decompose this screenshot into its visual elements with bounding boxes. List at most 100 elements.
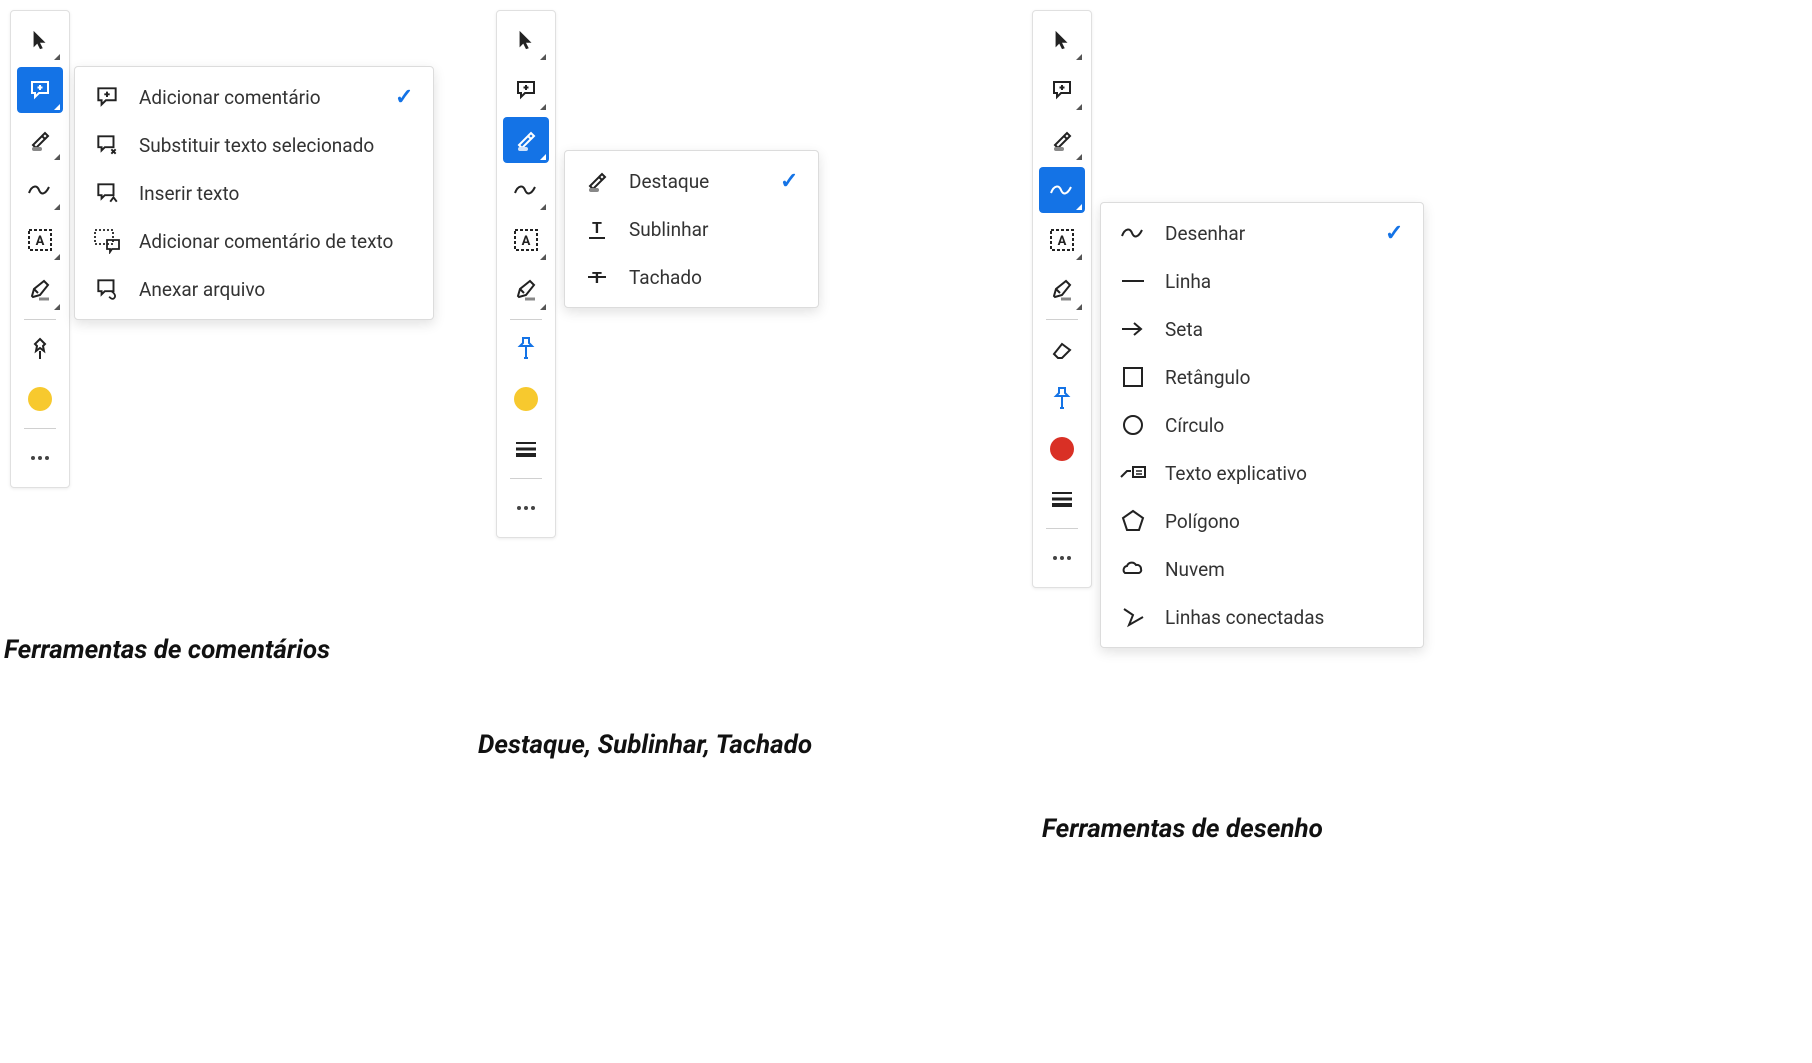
drawing-flyout: Desenhar ✓ Linha ✓ Seta ✓ Retângulo ✓ Cí… xyxy=(1100,202,1424,648)
flyout-item-line[interactable]: Linha ✓ xyxy=(1101,257,1423,305)
flyout-item-connected-lines[interactable]: Linhas conectadas ✓ xyxy=(1101,593,1423,641)
rectangle-icon xyxy=(1119,363,1147,391)
more-tools[interactable] xyxy=(1039,535,1085,581)
polyline-icon xyxy=(1119,603,1147,631)
flyout-item-arrow[interactable]: Seta ✓ xyxy=(1101,305,1423,353)
flyout-item-circle[interactable]: Círculo ✓ xyxy=(1101,401,1423,449)
flyout-item-cloud[interactable]: Nuvem ✓ xyxy=(1101,545,1423,593)
circle-icon xyxy=(1119,411,1147,439)
flyout-item-draw[interactable]: Desenhar ✓ xyxy=(1101,209,1423,257)
color-swatch[interactable] xyxy=(17,376,63,422)
flyout-item-label: Nuvem xyxy=(1165,558,1353,581)
expand-corner-icon xyxy=(540,304,546,310)
speech-replace-icon xyxy=(93,131,121,159)
flyout-item-polygon[interactable]: Polígono ✓ xyxy=(1101,497,1423,545)
pin-tool[interactable] xyxy=(1039,376,1085,422)
expand-corner-icon xyxy=(1076,254,1082,260)
check-icon: ✓ xyxy=(780,169,800,194)
flyout-item-underline[interactable]: T Sublinhar ✓ xyxy=(565,205,818,253)
flyout-item-label: Linha xyxy=(1165,270,1353,293)
comments-toolbar: A xyxy=(10,10,70,488)
callout-icon xyxy=(1119,459,1147,487)
freehand-icon xyxy=(1119,219,1147,247)
toolbar-divider xyxy=(24,319,56,320)
highlight-tool[interactable] xyxy=(1039,117,1085,163)
textbox-tool[interactable]: A xyxy=(17,217,63,263)
flyout-item-text-comment[interactable]: Adicionar comentário de texto ✓ xyxy=(75,217,433,265)
toolbar-divider xyxy=(1046,319,1078,320)
flyout-item-highlight[interactable]: Destaque ✓ xyxy=(565,157,818,205)
speech-plus-icon xyxy=(93,83,121,111)
toolbar-divider xyxy=(510,478,542,479)
flyout-item-label: Adicionar comentário de texto xyxy=(139,230,393,253)
expand-corner-icon xyxy=(540,204,546,210)
expand-corner-icon xyxy=(1076,204,1082,210)
color-swatch[interactable] xyxy=(503,376,549,422)
add-comment-tool[interactable] xyxy=(17,67,63,113)
color-swatch[interactable] xyxy=(1039,426,1085,472)
flyout-item-replace-text[interactable]: Substituir texto selecionado ✓ xyxy=(75,121,433,169)
highlighter-icon xyxy=(583,167,611,195)
more-tools[interactable] xyxy=(503,485,549,531)
textbox-tool[interactable]: A xyxy=(503,217,549,263)
flyout-item-label: Texto explicativo xyxy=(1165,462,1353,485)
highlight-tool[interactable] xyxy=(503,117,549,163)
expand-corner-icon xyxy=(540,154,546,160)
flyout-item-attach-file[interactable]: Anexar arquivo ✓ xyxy=(75,265,433,313)
toolbar-divider xyxy=(1046,528,1078,529)
strikethrough-icon: T xyxy=(583,263,611,291)
flyout-item-label: Destaque xyxy=(629,170,748,193)
eraser-tool[interactable] xyxy=(1039,326,1085,372)
draw-tool[interactable] xyxy=(503,167,549,213)
red-dot-icon xyxy=(1050,437,1074,461)
caption-comments: Ferramentas de comentários xyxy=(4,635,330,665)
flyout-item-add-comment[interactable]: Adicionar comentário ✓ xyxy=(75,73,433,121)
flyout-item-label: Anexar arquivo xyxy=(139,278,363,301)
yellow-dot-icon xyxy=(514,387,538,411)
flyout-item-label: Inserir texto xyxy=(139,182,363,205)
expand-corner-icon xyxy=(1076,54,1082,60)
svg-text:T: T xyxy=(592,218,602,237)
pin-tool[interactable] xyxy=(503,326,549,372)
pen-tool[interactable] xyxy=(1039,267,1085,313)
caption-drawing: Ferramentas de desenho xyxy=(1042,814,1323,844)
flyout-item-label: Tachado xyxy=(629,266,748,289)
underline-icon: T xyxy=(583,215,611,243)
speech-clip-icon xyxy=(93,275,121,303)
flyout-item-label: Desenhar xyxy=(1165,222,1353,245)
pin-tool[interactable] xyxy=(17,326,63,372)
pen-tool[interactable] xyxy=(17,267,63,313)
draw-tool[interactable] xyxy=(17,167,63,213)
expand-corner-icon xyxy=(54,154,60,160)
line-icon xyxy=(1119,267,1147,295)
pointer-tool[interactable] xyxy=(1039,17,1085,63)
add-comment-tool[interactable] xyxy=(1039,67,1085,113)
flyout-item-label: Seta xyxy=(1165,318,1353,341)
expand-corner-icon xyxy=(1076,154,1082,160)
svg-text:A: A xyxy=(522,234,531,249)
pen-tool[interactable] xyxy=(503,267,549,313)
flyout-item-strike[interactable]: T Tachado ✓ xyxy=(565,253,818,301)
pointer-tool[interactable] xyxy=(503,17,549,63)
textbox-tool[interactable]: A xyxy=(1039,217,1085,263)
flyout-item-label: Polígono xyxy=(1165,510,1353,533)
expand-corner-icon xyxy=(54,54,60,60)
flyout-item-label: Círculo xyxy=(1165,414,1353,437)
toolbar-divider xyxy=(510,319,542,320)
line-weight-tool[interactable] xyxy=(1039,476,1085,522)
flyout-item-rectangle[interactable]: Retângulo ✓ xyxy=(1101,353,1423,401)
expand-corner-icon xyxy=(540,104,546,110)
expand-corner-icon xyxy=(54,104,60,110)
svg-text:A: A xyxy=(36,234,45,249)
add-comment-tool[interactable] xyxy=(503,67,549,113)
line-weight-tool[interactable] xyxy=(503,426,549,472)
flyout-item-callout[interactable]: Texto explicativo ✓ xyxy=(1101,449,1423,497)
more-tools[interactable] xyxy=(17,435,63,481)
draw-tool[interactable] xyxy=(1039,167,1085,213)
flyout-item-label: Substituir texto selecionado xyxy=(139,134,374,157)
expand-corner-icon xyxy=(54,304,60,310)
highlight-tool[interactable] xyxy=(17,117,63,163)
pointer-tool[interactable] xyxy=(17,17,63,63)
flyout-item-label: Sublinhar xyxy=(629,218,748,241)
flyout-item-insert-text[interactable]: Inserir texto ✓ xyxy=(75,169,433,217)
